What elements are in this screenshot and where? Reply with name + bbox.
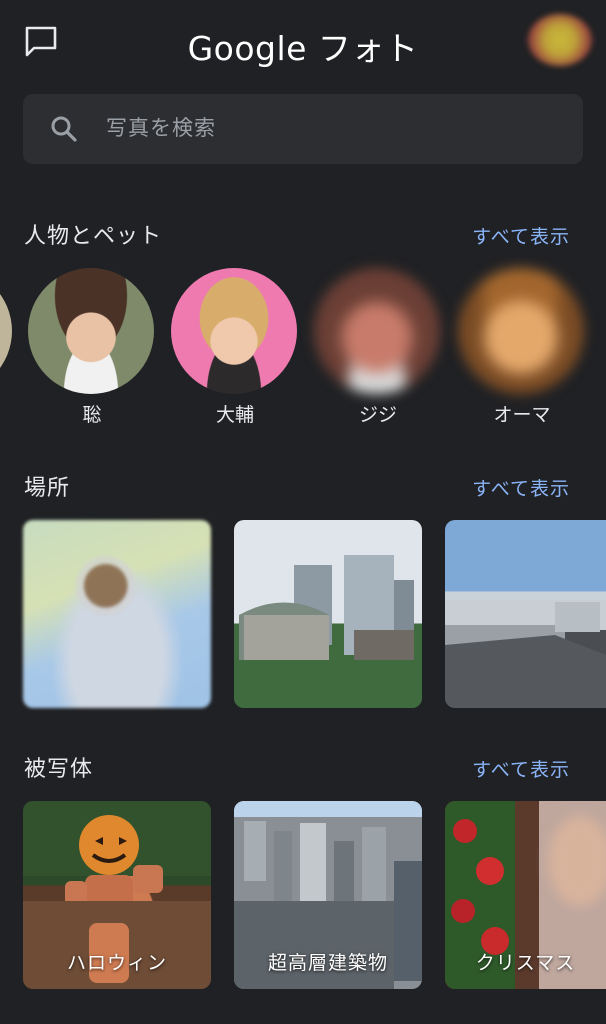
places-section-title: 場所: [24, 476, 71, 501]
search-placeholder: 写真を検索: [106, 116, 216, 140]
app-header: Google フォト: [0, 0, 606, 86]
person-name: 聡: [82, 404, 102, 426]
google-photos-search-screen: Google フォト 写真を検索 人物とペット すべて表示 聡 大輔 ジジ オー…: [0, 0, 606, 1024]
subject-label: クリスマス: [475, 952, 576, 974]
person-item[interactable]: ジジ: [314, 268, 442, 428]
person-item[interactable]: オーマ: [458, 268, 586, 428]
places-view-all-link[interactable]: すべて表示: [472, 474, 570, 501]
place-thumbnail: [445, 600, 606, 708]
subject-card-halloween[interactable]: ハロウィン: [23, 801, 211, 989]
subject-label: ハロウィン: [66, 952, 167, 974]
person-photo: [171, 268, 297, 394]
person-partial-left[interactable]: [0, 268, 12, 394]
person-name: 大輔: [215, 404, 254, 426]
account-avatar[interactable]: [528, 14, 592, 66]
app-title: Google フォト: [187, 29, 419, 68]
subjects-section-title: 被写体: [24, 757, 94, 782]
person-photo: [314, 268, 440, 394]
people-view-all-link[interactable]: すべて表示: [472, 222, 570, 249]
person-item[interactable]: 大輔: [171, 268, 299, 428]
place-card[interactable]: [23, 520, 211, 708]
place-thumbnail: [234, 555, 422, 708]
search-icon: [51, 116, 77, 142]
place-card[interactable]: [445, 520, 606, 708]
subject-label: 超高層建築物: [267, 952, 388, 974]
person-name: ジジ: [358, 404, 397, 426]
person-item[interactable]: 聡: [28, 268, 156, 428]
person-photo: [458, 268, 584, 394]
people-section-title: 人物とペット: [24, 224, 163, 249]
place-card[interactable]: [234, 520, 422, 708]
subjects-view-all-link[interactable]: すべて表示: [472, 755, 570, 782]
person-photo: [28, 268, 154, 394]
person-name: オーマ: [493, 404, 551, 426]
subject-card-christmas[interactable]: クリスマス: [445, 801, 606, 989]
subject-card-skyscraper[interactable]: 超高層建築物: [234, 801, 422, 989]
